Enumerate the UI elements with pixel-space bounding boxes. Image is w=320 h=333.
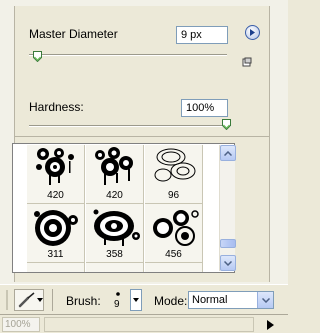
panel-menu-button[interactable] — [245, 25, 260, 40]
chevron-up-icon — [224, 150, 232, 156]
brush-picker[interactable]: 9 — [110, 289, 130, 311]
mode-value: Normal — [192, 294, 228, 306]
play-arrow-icon — [266, 319, 274, 330]
brush-size-label: 311 — [47, 249, 64, 260]
paintbrush-icon — [18, 292, 35, 308]
mode-select[interactable]: Normal — [188, 291, 274, 309]
status-bar: 100% — [0, 314, 288, 333]
outline-circles-brush-icon — [154, 148, 196, 182]
status-info-field — [44, 317, 254, 332]
tool-preset-picker[interactable] — [14, 289, 44, 311]
master-diameter-field[interactable]: 9 px — [176, 26, 228, 44]
master-diameter-slider-thumb[interactable] — [33, 51, 42, 62]
brush-preset-panel: Master Diameter 9 px Hardness: 100% 420 … — [0, 0, 288, 284]
brush-picker-dropdown[interactable] — [130, 289, 142, 311]
brush-size-label: 420 — [106, 190, 123, 201]
brush-preset-cell[interactable]: 420 — [27, 145, 85, 204]
splatter-circles-brush-icon — [36, 148, 74, 185]
brush-preset-cell[interactable]: 311 — [27, 204, 85, 263]
new-preset-icon[interactable] — [242, 57, 252, 67]
bubble-rings-brush-icon — [153, 210, 199, 246]
scroll-down-button[interactable] — [220, 255, 236, 271]
zoom-field[interactable]: 100% — [2, 317, 40, 332]
dropdown-arrow-icon — [37, 298, 43, 302]
hardness-field[interactable]: 100% — [181, 99, 228, 117]
brush-preset-cell[interactable] — [145, 263, 203, 272]
brush-size-label: 96 — [167, 190, 180, 201]
hardness-label: Hardness: — [29, 100, 84, 114]
hardness-slider-thumb[interactable] — [222, 119, 231, 130]
brush-preset-grid: 420 420 96 311 358 456 — [12, 143, 235, 273]
play-arrow-icon — [250, 29, 255, 36]
splatter-circles-drip-brush-icon — [95, 147, 133, 185]
scroll-up-button[interactable] — [220, 145, 236, 161]
grip-icon — [6, 290, 8, 310]
brush-preset-cell[interactable] — [86, 263, 144, 272]
eye-rings-brush-icon — [93, 209, 140, 246]
mode-dropdown-button[interactable] — [257, 292, 273, 308]
dropdown-arrow-icon — [133, 298, 139, 302]
brush-preset-cell[interactable]: 358 — [86, 204, 144, 263]
chevron-down-icon — [261, 297, 270, 303]
brush-preset-cell[interactable]: 420 — [86, 145, 144, 204]
brush-size-label: 420 — [47, 190, 64, 201]
panel-divider — [15, 136, 270, 137]
master-diameter-slider-track[interactable] — [29, 54, 227, 56]
brush-preset-cell[interactable] — [27, 263, 85, 272]
brush-preset-cell[interactable]: 456 — [145, 204, 203, 263]
brush-size-label: 456 — [165, 249, 182, 260]
photoshop-brush-ui: Master Diameter 9 px Hardness: 100% 420 … — [0, 0, 288, 333]
brush-preset-cell[interactable]: 96 — [145, 145, 203, 204]
mode-label: Mode: — [154, 294, 188, 308]
master-diameter-label: Master Diameter — [29, 27, 118, 41]
chevron-down-icon — [224, 260, 232, 266]
brush-label: Brush: — [66, 294, 101, 308]
hardness-slider-track[interactable] — [29, 125, 231, 127]
tool-options-bar: Brush: 9 Mode: Normal — [0, 284, 288, 314]
preset-scrollbar[interactable] — [219, 145, 236, 271]
brush-size-value: 9 — [114, 299, 120, 310]
options-separator — [52, 289, 53, 311]
scroll-thumb[interactable] — [220, 239, 236, 248]
target-rings-brush-icon — [34, 210, 78, 246]
status-menu-button[interactable] — [264, 318, 276, 331]
brush-size-label: 358 — [106, 249, 123, 260]
brush-tip-icon — [116, 292, 120, 296]
